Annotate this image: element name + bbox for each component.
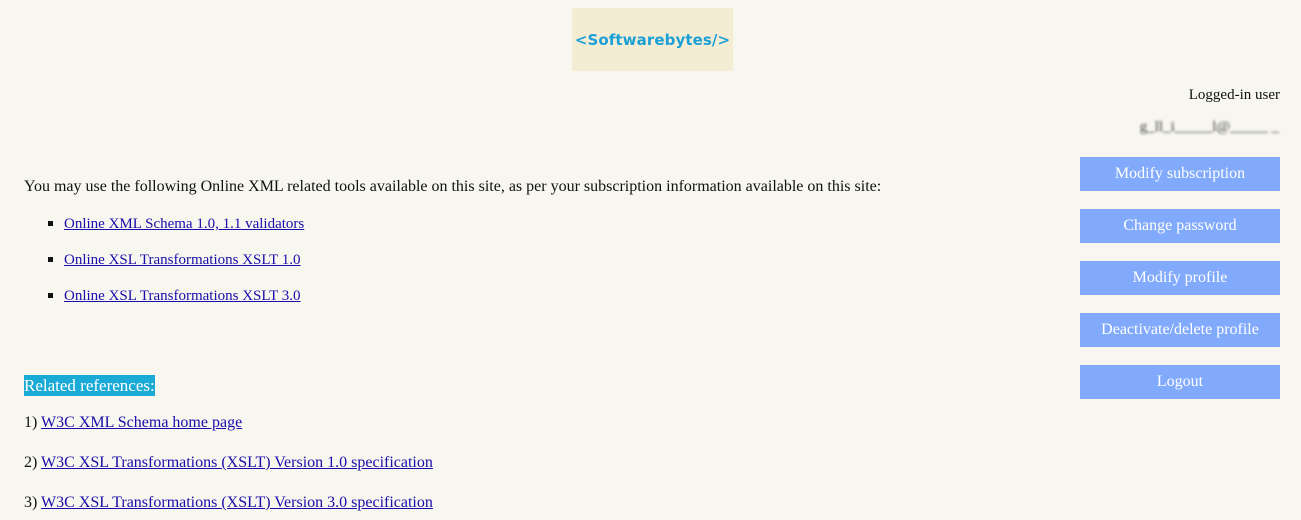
bullet-icon [48, 293, 53, 298]
page: <Softwarebytes/> Logged-in user g_ll_i__… [0, 0, 1301, 520]
reference-number: 1) [24, 414, 38, 431]
list-item: Online XML Schema 1.0, 1.1 validators [24, 214, 304, 250]
xslt-3-0-link[interactable]: Online XSL Transformations XSLT 3.0 [64, 288, 301, 304]
change-password-button[interactable]: Change password [1080, 209, 1280, 243]
w3c-xslt-1-0-spec-link[interactable]: W3C XSL Transformations (XSLT) Version 1… [41, 454, 433, 471]
list-item: 3) W3C XSL Transformations (XSLT) Versio… [24, 492, 433, 520]
list-item: Online XSL Transformations XSLT 3.0 [24, 286, 304, 322]
w3c-xml-schema-link[interactable]: W3C XML Schema home page [41, 414, 242, 431]
modify-subscription-button[interactable]: Modify subscription [1080, 157, 1280, 191]
deactivate-delete-profile-button[interactable]: Deactivate/delete profile [1080, 313, 1280, 347]
user-email: g_ll_i_____l@_____ _ [1139, 119, 1279, 135]
w3c-xslt-3-0-spec-link[interactable]: W3C XSL Transformations (XSLT) Version 3… [41, 494, 433, 511]
references-list: 1) W3C XML Schema home page 2) W3C XSL T… [24, 412, 433, 520]
tool-list: Online XML Schema 1.0, 1.1 validators On… [24, 214, 304, 322]
list-item: 1) W3C XML Schema home page [24, 412, 433, 452]
reference-number: 2) [24, 454, 38, 471]
reference-number: 3) [24, 494, 38, 511]
modify-profile-button[interactable]: Modify profile [1080, 261, 1280, 295]
xslt-1-0-link[interactable]: Online XSL Transformations XSLT 1.0 [64, 252, 301, 268]
xml-schema-validator-link[interactable]: Online XML Schema 1.0, 1.1 validators [64, 216, 304, 232]
logo[interactable]: <Softwarebytes/> [572, 8, 733, 71]
logout-button[interactable]: Logout [1080, 365, 1280, 399]
list-item: 2) W3C XSL Transformations (XSLT) Versio… [24, 452, 433, 492]
list-item: Online XSL Transformations XSLT 1.0 [24, 250, 304, 286]
account-actions: Modify subscription Change password Modi… [1080, 157, 1280, 417]
logo-text: <Softwarebytes/> [574, 30, 731, 49]
bullet-icon [48, 257, 53, 262]
bullet-icon [48, 221, 53, 226]
logged-in-user-label: Logged-in user [1188, 87, 1280, 103]
intro-text: You may use the following Online XML rel… [24, 178, 882, 195]
related-references-heading: Related references: [24, 375, 155, 396]
